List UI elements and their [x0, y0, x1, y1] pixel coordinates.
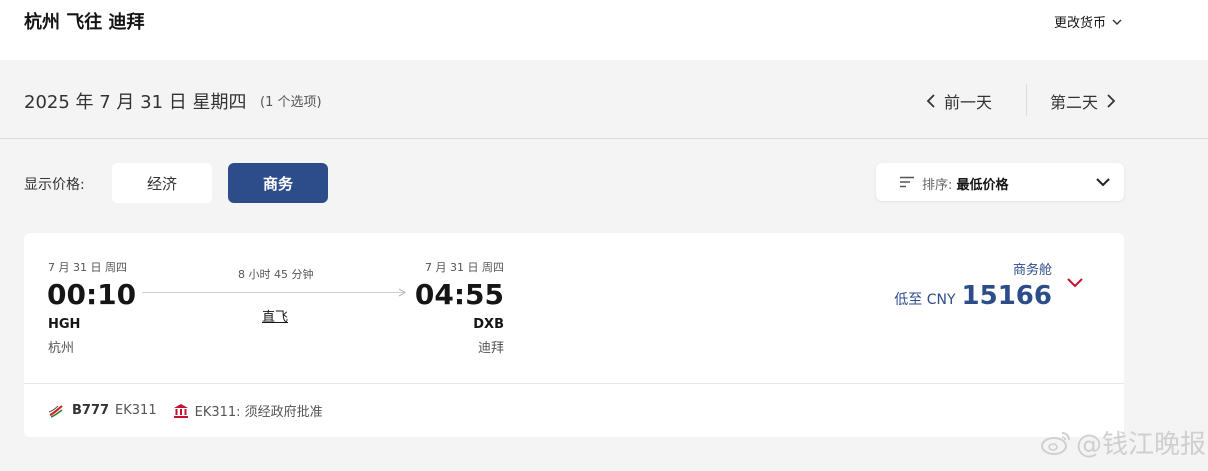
- price-prefix: 低至 CNY: [894, 292, 956, 308]
- government-icon: [173, 403, 188, 418]
- chevron-down-icon: [1096, 178, 1110, 187]
- chevron-down-icon: [1112, 19, 1122, 25]
- arrival-city: 迪拜: [477, 341, 504, 356]
- sort-icon: [900, 176, 914, 188]
- flight-path-line: [142, 292, 404, 293]
- chevron-down-icon[interactable]: [1066, 277, 1084, 289]
- chevron-right-icon: [1107, 94, 1116, 108]
- flight-details-row: B777 EK311 EK311: 须经政府批准: [48, 401, 323, 420]
- government-approval-notice: EK311: 须经政府批准: [194, 405, 323, 420]
- business-button[interactable]: 商务: [228, 163, 328, 203]
- cabin-class: 商务舱: [1012, 263, 1052, 278]
- economy-button[interactable]: 经济: [112, 163, 212, 203]
- next-day-button[interactable]: 第二天: [1050, 89, 1116, 113]
- flight-card[interactable]: 7 月 31 日 周四 00:10 HGH 杭州 8 小时 45 分钟 直飞 7…: [24, 233, 1124, 437]
- watermark: @钱江晚报: [1040, 424, 1206, 461]
- arrival-time: 04:55: [414, 278, 504, 311]
- selected-date: 2025 年 7 月 31 日 星期四: [24, 92, 247, 113]
- previous-day-label: 前一天: [944, 93, 993, 112]
- departure-time: 00:10: [47, 278, 137, 311]
- sort-text: 排序: 最低价格: [922, 174, 1009, 193]
- flight-number: EK311: [115, 403, 157, 418]
- arrow-right-icon: [398, 288, 406, 297]
- watermark-text: @钱江晚报: [1076, 430, 1207, 460]
- top-bar: 杭州 飞往 迪拜 更改货币: [0, 0, 1208, 60]
- flight-duration: 8 小时 45 分钟: [238, 268, 314, 281]
- currency-label: 更改货币: [1053, 16, 1106, 31]
- price-amount: 15166: [961, 281, 1052, 311]
- previous-day-button[interactable]: 前一天: [926, 89, 992, 113]
- sort-value: 最低价格: [956, 178, 1009, 193]
- fare-price[interactable]: 低至 CNY 15166: [894, 281, 1052, 311]
- aircraft-type: B777: [72, 403, 110, 418]
- arrival-airport-code: DXB: [473, 317, 504, 332]
- departure-city: 杭州: [48, 341, 75, 356]
- emirates-logo-icon: [48, 404, 63, 418]
- card-divider: [24, 383, 1124, 384]
- price-display-label: 显示价格:: [24, 177, 85, 193]
- departure-airport-code: HGH: [48, 317, 81, 332]
- route-title: 杭州 飞往 迪拜: [24, 12, 145, 33]
- next-day-label: 第二天: [1050, 93, 1099, 112]
- nonstop-link[interactable]: 直飞: [262, 306, 288, 325]
- sort-dropdown[interactable]: 排序: 最低价格: [876, 163, 1124, 201]
- option-count: (1 个选项): [260, 95, 322, 110]
- change-currency-button[interactable]: 更改货币: [1054, 12, 1122, 31]
- weibo-icon: [1041, 431, 1070, 455]
- arrival-date: 7 月 31 日 周四: [425, 261, 504, 274]
- departure-date: 7 月 31 日 周四: [48, 261, 127, 274]
- sort-label: 排序:: [922, 178, 953, 193]
- nav-divider: [1026, 84, 1027, 116]
- chevron-left-icon: [926, 94, 935, 108]
